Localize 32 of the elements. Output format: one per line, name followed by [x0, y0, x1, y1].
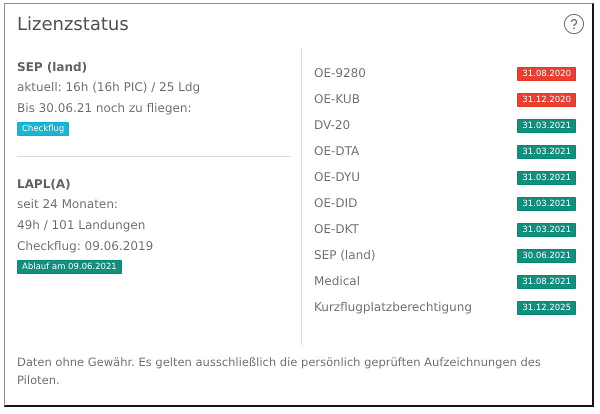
license-detail: aktuell: 16h (16h PIC) / 25 Ldg — [17, 79, 200, 96]
expiry-date: 31.03.2021 — [517, 197, 576, 211]
license-name: SEP (land) — [17, 59, 88, 76]
rating-name: OE-9280 — [314, 66, 366, 80]
expiry-date: 31.08.2020 — [517, 67, 576, 81]
rating-name: Medical — [314, 274, 360, 288]
expiry-date: 30.06.2021 — [517, 249, 576, 263]
expiry-date: 31.03.2021 — [517, 119, 576, 133]
expiry-date: 31.03.2021 — [517, 145, 576, 159]
expiry-date: 31.12.2025 — [517, 301, 576, 315]
rating-name: OE-DTA — [314, 144, 360, 158]
rating-name: Kurzflugplatzberechtigung — [314, 300, 472, 314]
disclaimer-text: Daten ohne Gewähr. Es gelten ausschließlich die persönlich geprüften Aufzeichnungen des Piloten. — [16, 354, 542, 389]
panel-title: Lizenzstatus — [17, 14, 129, 34]
status-label: Ablauf am 09.06.2021 — [17, 260, 122, 274]
rating-name: OE-DKT — [314, 222, 359, 236]
rating-name: OE-DYU — [314, 170, 360, 184]
rating-name: OE-DID — [314, 196, 358, 210]
status-label: Checkflug — [17, 122, 70, 136]
rating-name: DV-20 — [314, 118, 350, 132]
license-detail: seit 24 Monaten: — [17, 196, 118, 213]
license-detail: Checkflug: 09.06.2019 — [17, 238, 154, 255]
help-icon[interactable] — [564, 14, 584, 34]
rating-name: SEP (land) — [314, 248, 376, 262]
expiry-date: 31.03.2021 — [517, 171, 576, 185]
rating-name: OE-KUB — [314, 92, 360, 106]
license-detail: Bis 30.06.21 noch zu fliegen: — [17, 100, 192, 117]
license-detail: 49h / 101 Landungen — [17, 217, 146, 234]
license-name: LAPL(A) — [17, 176, 71, 193]
expiry-date: 31.03.2021 — [517, 223, 576, 237]
expiry-date: 31.12.2020 — [517, 93, 576, 107]
expiry-date: 31.08.2021 — [517, 275, 576, 289]
